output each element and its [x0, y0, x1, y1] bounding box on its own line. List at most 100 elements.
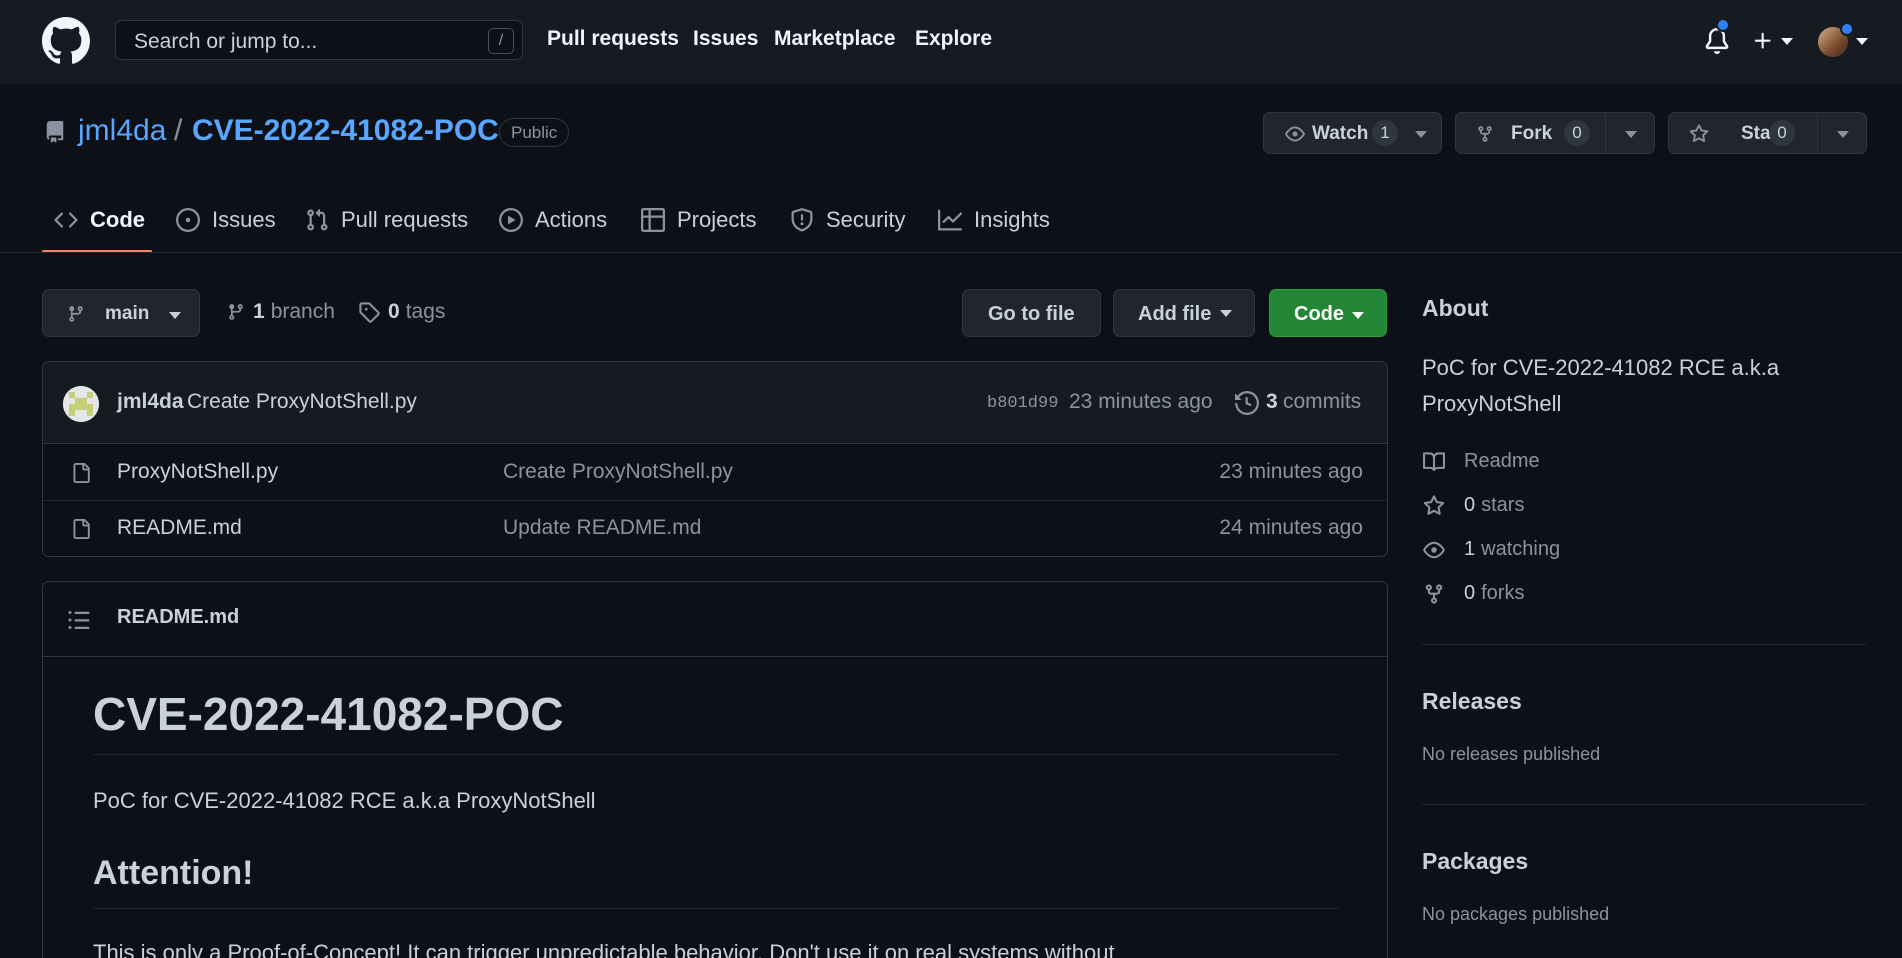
fork-icon: [1425, 583, 1443, 604]
identicon: [63, 386, 99, 422]
file-icon: [73, 519, 90, 539]
history-icon: [1235, 391, 1259, 415]
about-description: PoC for CVE-2022-41082 RCE a.k.a ProxyNo…: [1422, 355, 1780, 416]
commits-label[interactable]: commits: [1283, 390, 1361, 414]
search-input[interactable]: Search or jump to... /: [115, 20, 523, 60]
star-caret-icon[interactable]: [1837, 131, 1849, 138]
stars-count: 0: [1464, 494, 1476, 516]
readme-divider: [93, 908, 1339, 909]
fork-count: 0: [1564, 120, 1590, 146]
tab-issues[interactable]: Issues: [176, 200, 276, 240]
code-dropdown-button[interactable]: Code: [1269, 289, 1387, 337]
tab-security-label: Security: [826, 207, 906, 232]
git-branch-icon: [229, 304, 243, 320]
tag-icon: [359, 302, 380, 323]
watch-label: Watch: [1312, 123, 1369, 144]
watchers-link[interactable]: 1 watching: [1422, 538, 1560, 561]
nav-explore[interactable]: Explore: [915, 27, 992, 51]
file-row[interactable]: ProxyNotShell.py Create ProxyNotShell.py…: [43, 445, 1387, 501]
commits-count[interactable]: 3: [1266, 390, 1278, 414]
commit-message[interactable]: Create ProxyNotShell.py: [187, 390, 417, 414]
nav-issues[interactable]: Issues: [693, 27, 758, 51]
code-button-label: Code: [1294, 303, 1344, 325]
readme-intro: PoC for CVE-2022-41082 RCE a.k.a ProxyNo…: [93, 788, 596, 813]
branches-link[interactable]: 1 branch: [227, 300, 335, 324]
github-logo-icon[interactable]: [42, 17, 90, 65]
fork-divider: [1605, 113, 1606, 153]
create-new-plus-icon[interactable]: [1752, 26, 1774, 56]
tab-security[interactable]: Security: [790, 200, 905, 240]
tab-code[interactable]: Code: [54, 200, 145, 240]
repo-name-link[interactable]: CVE-2022-41082-POC: [192, 114, 499, 148]
branch-selector-button[interactable]: main: [42, 289, 200, 337]
go-to-file-button[interactable]: Go to file: [962, 289, 1101, 337]
repo-owner-link[interactable]: jml4da: [78, 114, 166, 148]
repo-icon: [44, 120, 66, 144]
stars-link[interactable]: 0 stars: [1422, 494, 1524, 517]
tab-projects[interactable]: Projects: [641, 200, 756, 240]
git-branch-icon: [69, 306, 83, 322]
tab-pull-requests[interactable]: Pull requests: [305, 200, 468, 240]
tab-actions-label: Actions: [535, 207, 608, 232]
tags-link[interactable]: 0 tags: [358, 300, 445, 324]
file-age: 24 minutes ago: [1219, 516, 1363, 539]
code-icon: [54, 212, 78, 228]
releases-heading[interactable]: Releases: [1422, 688, 1522, 715]
forks-label: forks: [1481, 582, 1525, 604]
list-icon[interactable]: [67, 608, 91, 632]
add-file-button[interactable]: Add file: [1113, 289, 1255, 337]
tab-pull-requests-label: Pull requests: [341, 207, 469, 232]
issue-icon: [176, 208, 200, 232]
star-icon: [1689, 124, 1709, 143]
star-count: 0: [1769, 120, 1795, 146]
forks-link[interactable]: 0 forks: [1422, 582, 1524, 605]
tab-issues-label: Issues: [212, 207, 276, 232]
branch-caret-icon: [169, 312, 181, 319]
packages-heading[interactable]: Packages: [1422, 848, 1528, 875]
watching-label: watching: [1481, 538, 1561, 560]
latest-commit-bar: jml4da Create ProxyNotShell.py b801d99 2…: [43, 362, 1387, 444]
file-commit-message[interactable]: Update README.md: [503, 516, 701, 540]
go-to-file-label: Go to file: [988, 303, 1075, 325]
branches-label: branch: [270, 300, 335, 323]
user-menu-caret-icon[interactable]: [1856, 38, 1868, 45]
tags-count: 0: [388, 300, 400, 323]
watch-button[interactable]: Watch 1: [1263, 112, 1442, 154]
file-commit-message[interactable]: Create ProxyNotShell.py: [503, 460, 733, 484]
add-file-label: Add file: [1138, 303, 1212, 325]
create-new-caret-icon[interactable]: [1781, 38, 1793, 45]
readme-divider: [93, 754, 1339, 755]
readme-attention-heading: Attention!: [93, 854, 254, 892]
releases-empty: No releases published: [1422, 744, 1601, 764]
fork-button[interactable]: Fork 0: [1455, 112, 1655, 154]
readme-filename[interactable]: README.md: [117, 606, 239, 629]
table-icon: [641, 208, 665, 232]
file-age: 23 minutes ago: [1219, 460, 1363, 483]
book-icon: [1423, 451, 1446, 471]
fork-caret-icon[interactable]: [1625, 131, 1637, 138]
nav-pull-requests[interactable]: Pull requests: [547, 27, 679, 51]
watch-count: 1: [1372, 120, 1398, 146]
file-icon: [73, 463, 90, 483]
tab-insights[interactable]: Insights: [938, 200, 1050, 240]
file-name-link[interactable]: ProxyNotShell.py: [117, 460, 278, 484]
eye-icon: [1423, 541, 1445, 558]
code-caret-icon: [1352, 312, 1364, 319]
commit-author[interactable]: jml4da: [117, 390, 184, 414]
file-name-link[interactable]: README.md: [117, 516, 242, 540]
nav-marketplace[interactable]: Marketplace: [774, 27, 895, 51]
tab-code-label: Code: [90, 207, 145, 232]
tabs-divider: [0, 252, 1902, 253]
star-divider: [1817, 113, 1818, 153]
tab-actions[interactable]: Actions: [499, 200, 607, 240]
file-row[interactable]: README.md Update README.md 24 minutes ag…: [43, 501, 1387, 556]
tags-label: tags: [405, 300, 446, 323]
tab-projects-label: Projects: [677, 207, 757, 232]
commit-sha[interactable]: b801d99: [987, 394, 1058, 413]
status-indicator: [1840, 22, 1854, 36]
readme-panel: README.md CVE-2022-41082-POC PoC for CVE…: [42, 581, 1388, 958]
star-button[interactable]: Star 0: [1668, 112, 1867, 154]
readme-link[interactable]: Readme: [1422, 450, 1540, 473]
commit-author-avatar[interactable]: [63, 386, 99, 422]
readme-attention-text: This is only a Proof-of-Concept! It can …: [93, 940, 1115, 958]
